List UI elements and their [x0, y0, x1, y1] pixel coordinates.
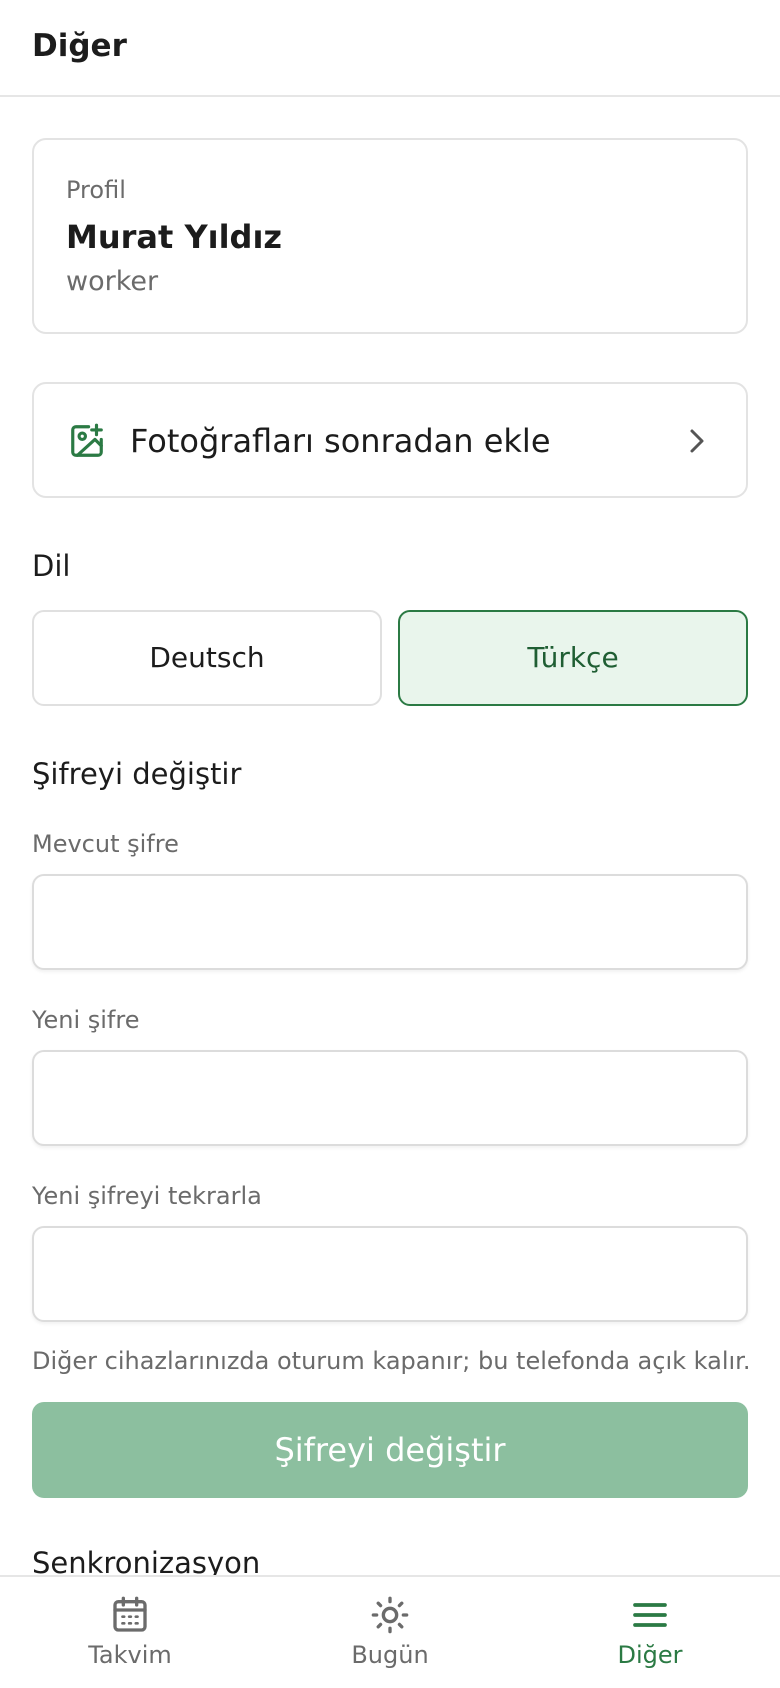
nav-item-bugun[interactable]: Bugün — [260, 1577, 520, 1688]
change-password-title: Şifreyi değiştir — [32, 757, 242, 791]
language-option-deutsch[interactable]: Deutsch — [32, 610, 382, 706]
header: Diğer — [0, 0, 780, 97]
add-photos-later-label: Fotoğrafları sonradan ekle — [130, 422, 551, 460]
language-option-turkce[interactable]: Türkçe — [398, 610, 748, 706]
nav-item-takvim[interactable]: Takvim — [0, 1577, 260, 1688]
password-hint: Diğer cihazlarınızda oturum kapanır; bu … — [32, 1347, 751, 1375]
sun-icon — [371, 1596, 409, 1634]
menu-icon — [633, 1603, 667, 1627]
repeat-password-label: Yeni şifreyi tekrarla — [32, 1182, 262, 1210]
profile-role: worker — [66, 266, 159, 297]
profile-label: Profil — [66, 176, 126, 204]
nav-item-diger[interactable]: Diğer — [520, 1577, 780, 1688]
add-photos-later-button[interactable]: Fotoğrafları sonradan ekle — [32, 382, 748, 498]
new-password-field[interactable] — [32, 1050, 748, 1146]
page-title: Diğer — [32, 28, 127, 64]
nav-label-bugun: Bugün — [351, 1641, 429, 1669]
new-password-label: Yeni şifre — [32, 1006, 140, 1034]
bottom-nav: Takvim Bugün Diğer — [0, 1575, 780, 1688]
nav-label-takvim: Takvim — [88, 1641, 172, 1669]
profile-name: Murat Yıldız — [66, 218, 283, 256]
image-add-icon — [71, 423, 103, 457]
chevron-right-icon — [690, 429, 704, 453]
nav-label-diger: Diğer — [617, 1641, 683, 1669]
repeat-password-field[interactable] — [32, 1226, 748, 1322]
profile-card: Profil Murat Yıldız worker — [32, 138, 748, 334]
language-section-title: Dil — [32, 549, 71, 583]
calendar-icon — [113, 1596, 147, 1632]
change-password-button[interactable]: Şifreyi değiştir — [32, 1402, 748, 1498]
current-password-field[interactable] — [32, 874, 748, 970]
current-password-label: Mevcut şifre — [32, 830, 179, 858]
app-root: Diğer Profil Murat Yıldız worker Fotoğra… — [0, 0, 780, 1688]
